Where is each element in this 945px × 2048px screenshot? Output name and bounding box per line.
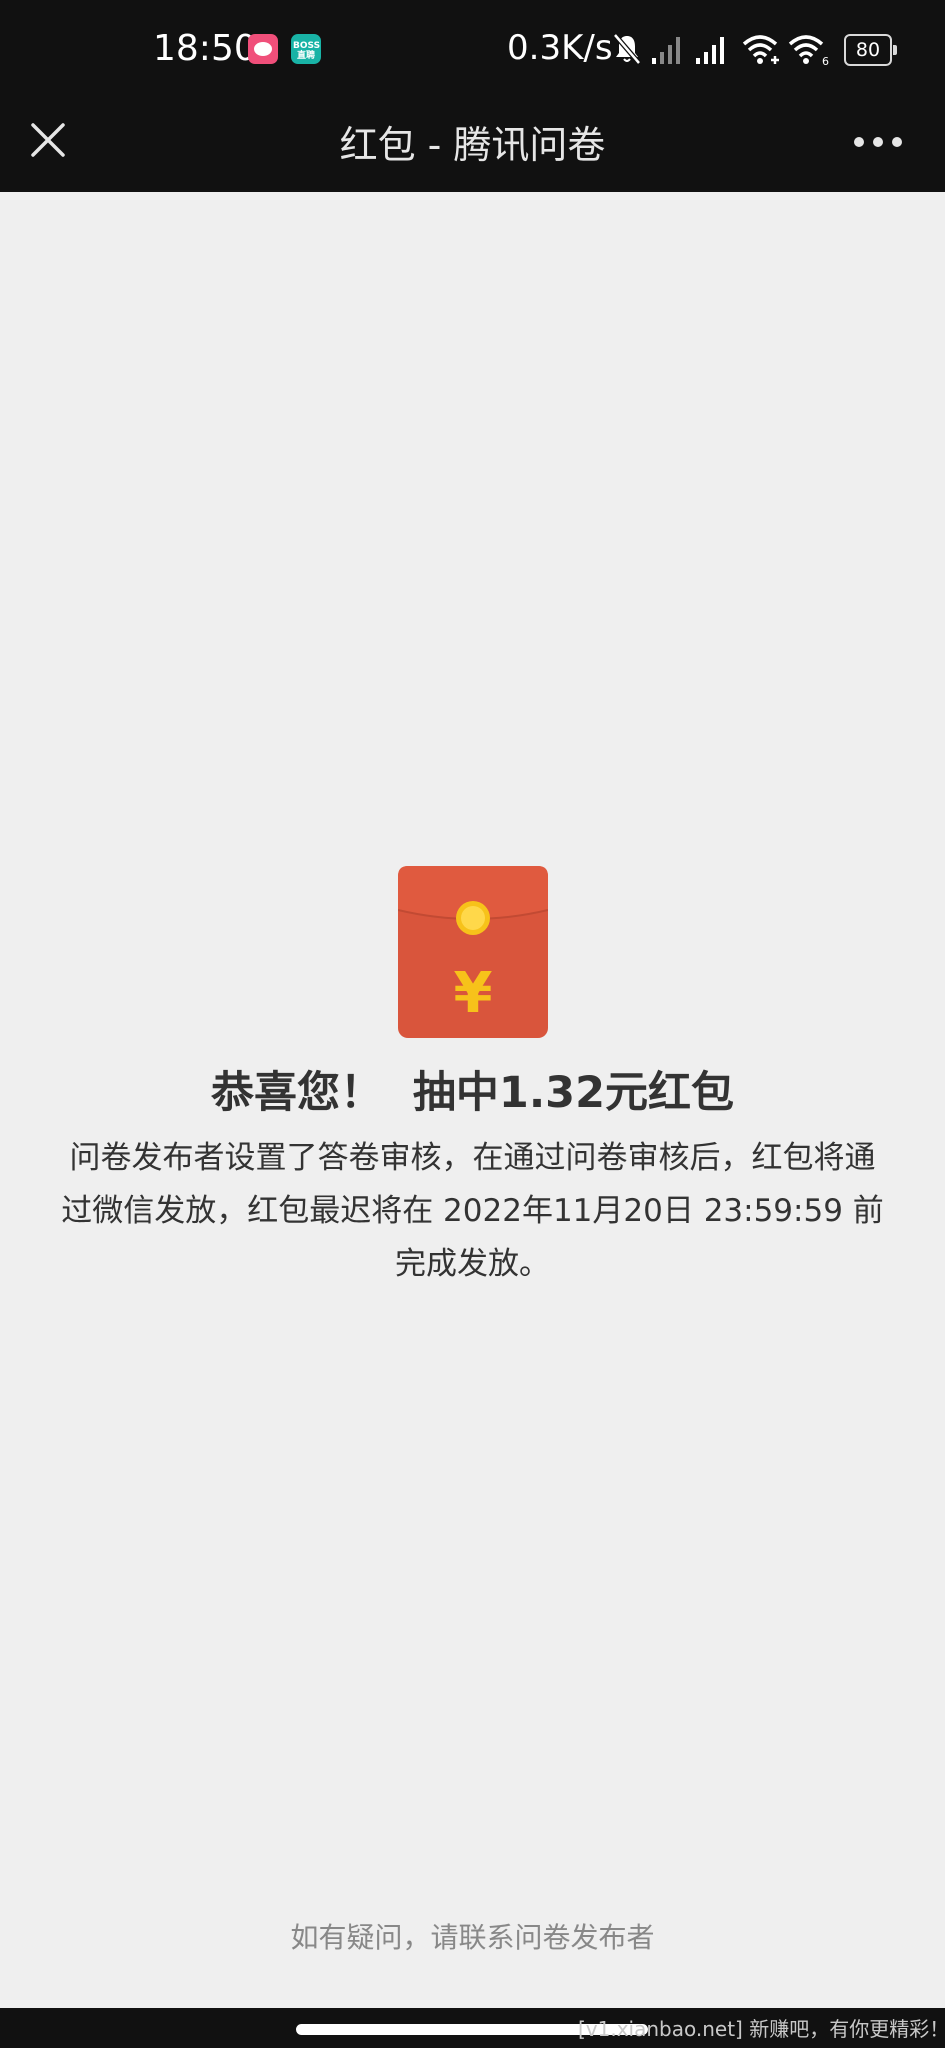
red-envelope-icon: ¥	[398, 866, 548, 1038]
page-title: 红包 - 腾讯问卷	[339, 123, 606, 167]
wifi-icon	[742, 35, 779, 64]
boss-app-icon: BOSS直聘	[291, 34, 321, 64]
result-content: ¥ 恭喜您！ 抽中1.32元红包 问卷发布者设置了答卷审核，在通过问卷审核后，红…	[0, 192, 945, 2008]
result-description: 问卷发布者设置了答卷审核，在通过问卷审核后，红包将通过微信发放，红包最迟将在 2…	[61, 1140, 884, 1282]
battery-icon: 80	[844, 34, 897, 66]
result-headline: 恭喜您！ 抽中1.32元红包	[210, 1068, 735, 1118]
more-dots-icon[interactable]	[850, 122, 906, 162]
signal-icon	[652, 37, 680, 64]
boss-app-icon-label: BOSS直聘	[293, 41, 321, 61]
heart-app-icon	[248, 34, 278, 64]
bottom-system-bar: [v1.xianbao.net] 新赚吧，有你更精彩！	[0, 2008, 945, 2048]
status-bar: 18:50 BOSS直聘 0.3K/s 6 80	[0, 0, 945, 100]
currency-symbol: ¥	[454, 961, 493, 1026]
svg-text:6: 6	[822, 55, 829, 66]
nav-bar: 红包 - 腾讯问卷	[0, 100, 945, 192]
status-time: 18:50	[153, 28, 257, 69]
help-text[interactable]: 如有疑问，请联系问卷发布者	[0, 1916, 945, 1956]
mute-icon	[613, 33, 641, 65]
network-speed: 0.3K/s	[507, 28, 613, 68]
wifi-6-icon: 6	[788, 35, 829, 66]
signal-icon	[696, 37, 724, 64]
watermark-text: [v1.xianbao.net] 新赚吧，有你更精彩！	[578, 2017, 945, 2041]
